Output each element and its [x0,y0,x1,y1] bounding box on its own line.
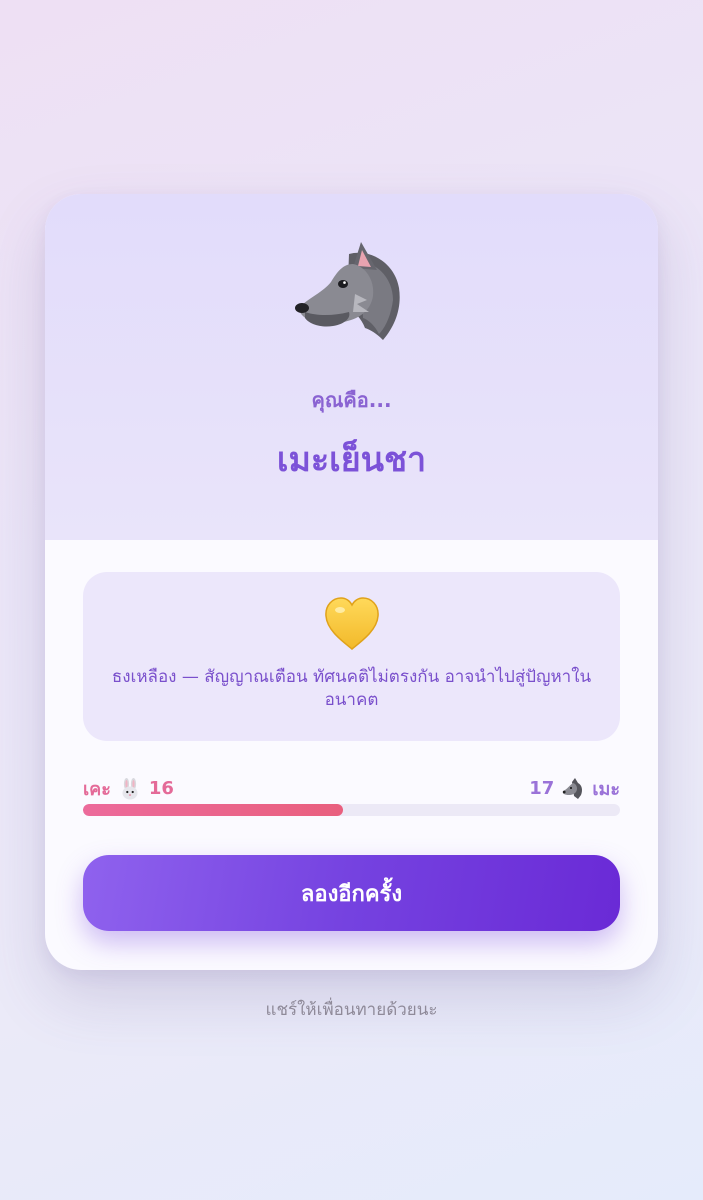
yellow-heart-icon [325,597,379,650]
retry-button[interactable]: ลองอีกครั้ง [83,855,620,931]
score-bar [83,804,620,816]
result-title: เมะเย็นชา [276,440,427,480]
result-card: คุณคือ... เมะเย็นชา ธงเหลือง — สัญญาณเตื… [45,194,658,970]
share-hint: แชร์ให้เพื่อนทายด้วยนะ [265,1000,438,1020]
score-left: เคะ 16 [83,774,174,803]
score-right-label: เมะ [592,779,620,800]
wolf-icon [563,777,583,799]
score-left-value: 16 [148,778,174,799]
info-box: ธงเหลือง — สัญญาณเตือน ทัศนคติไม่ตรงกัน … [83,572,620,741]
score-right-value: 17 [529,778,555,799]
score-bar-fill [83,804,344,816]
score-row: เคะ 16 17 เมะ [83,774,620,800]
result-subtitle: คุณคือ... [311,388,392,412]
rabbit-icon [122,777,138,799]
score-right: 17 เมะ [529,774,620,803]
wolf-icon [295,242,400,340]
info-text: ธงเหลือง — สัญญาณเตือน ทัศนคติไม่ตรงกัน … [111,667,592,710]
score-left-label: เคะ [83,779,111,800]
result-header: คุณคือ... เมะเย็นชา [45,194,658,540]
